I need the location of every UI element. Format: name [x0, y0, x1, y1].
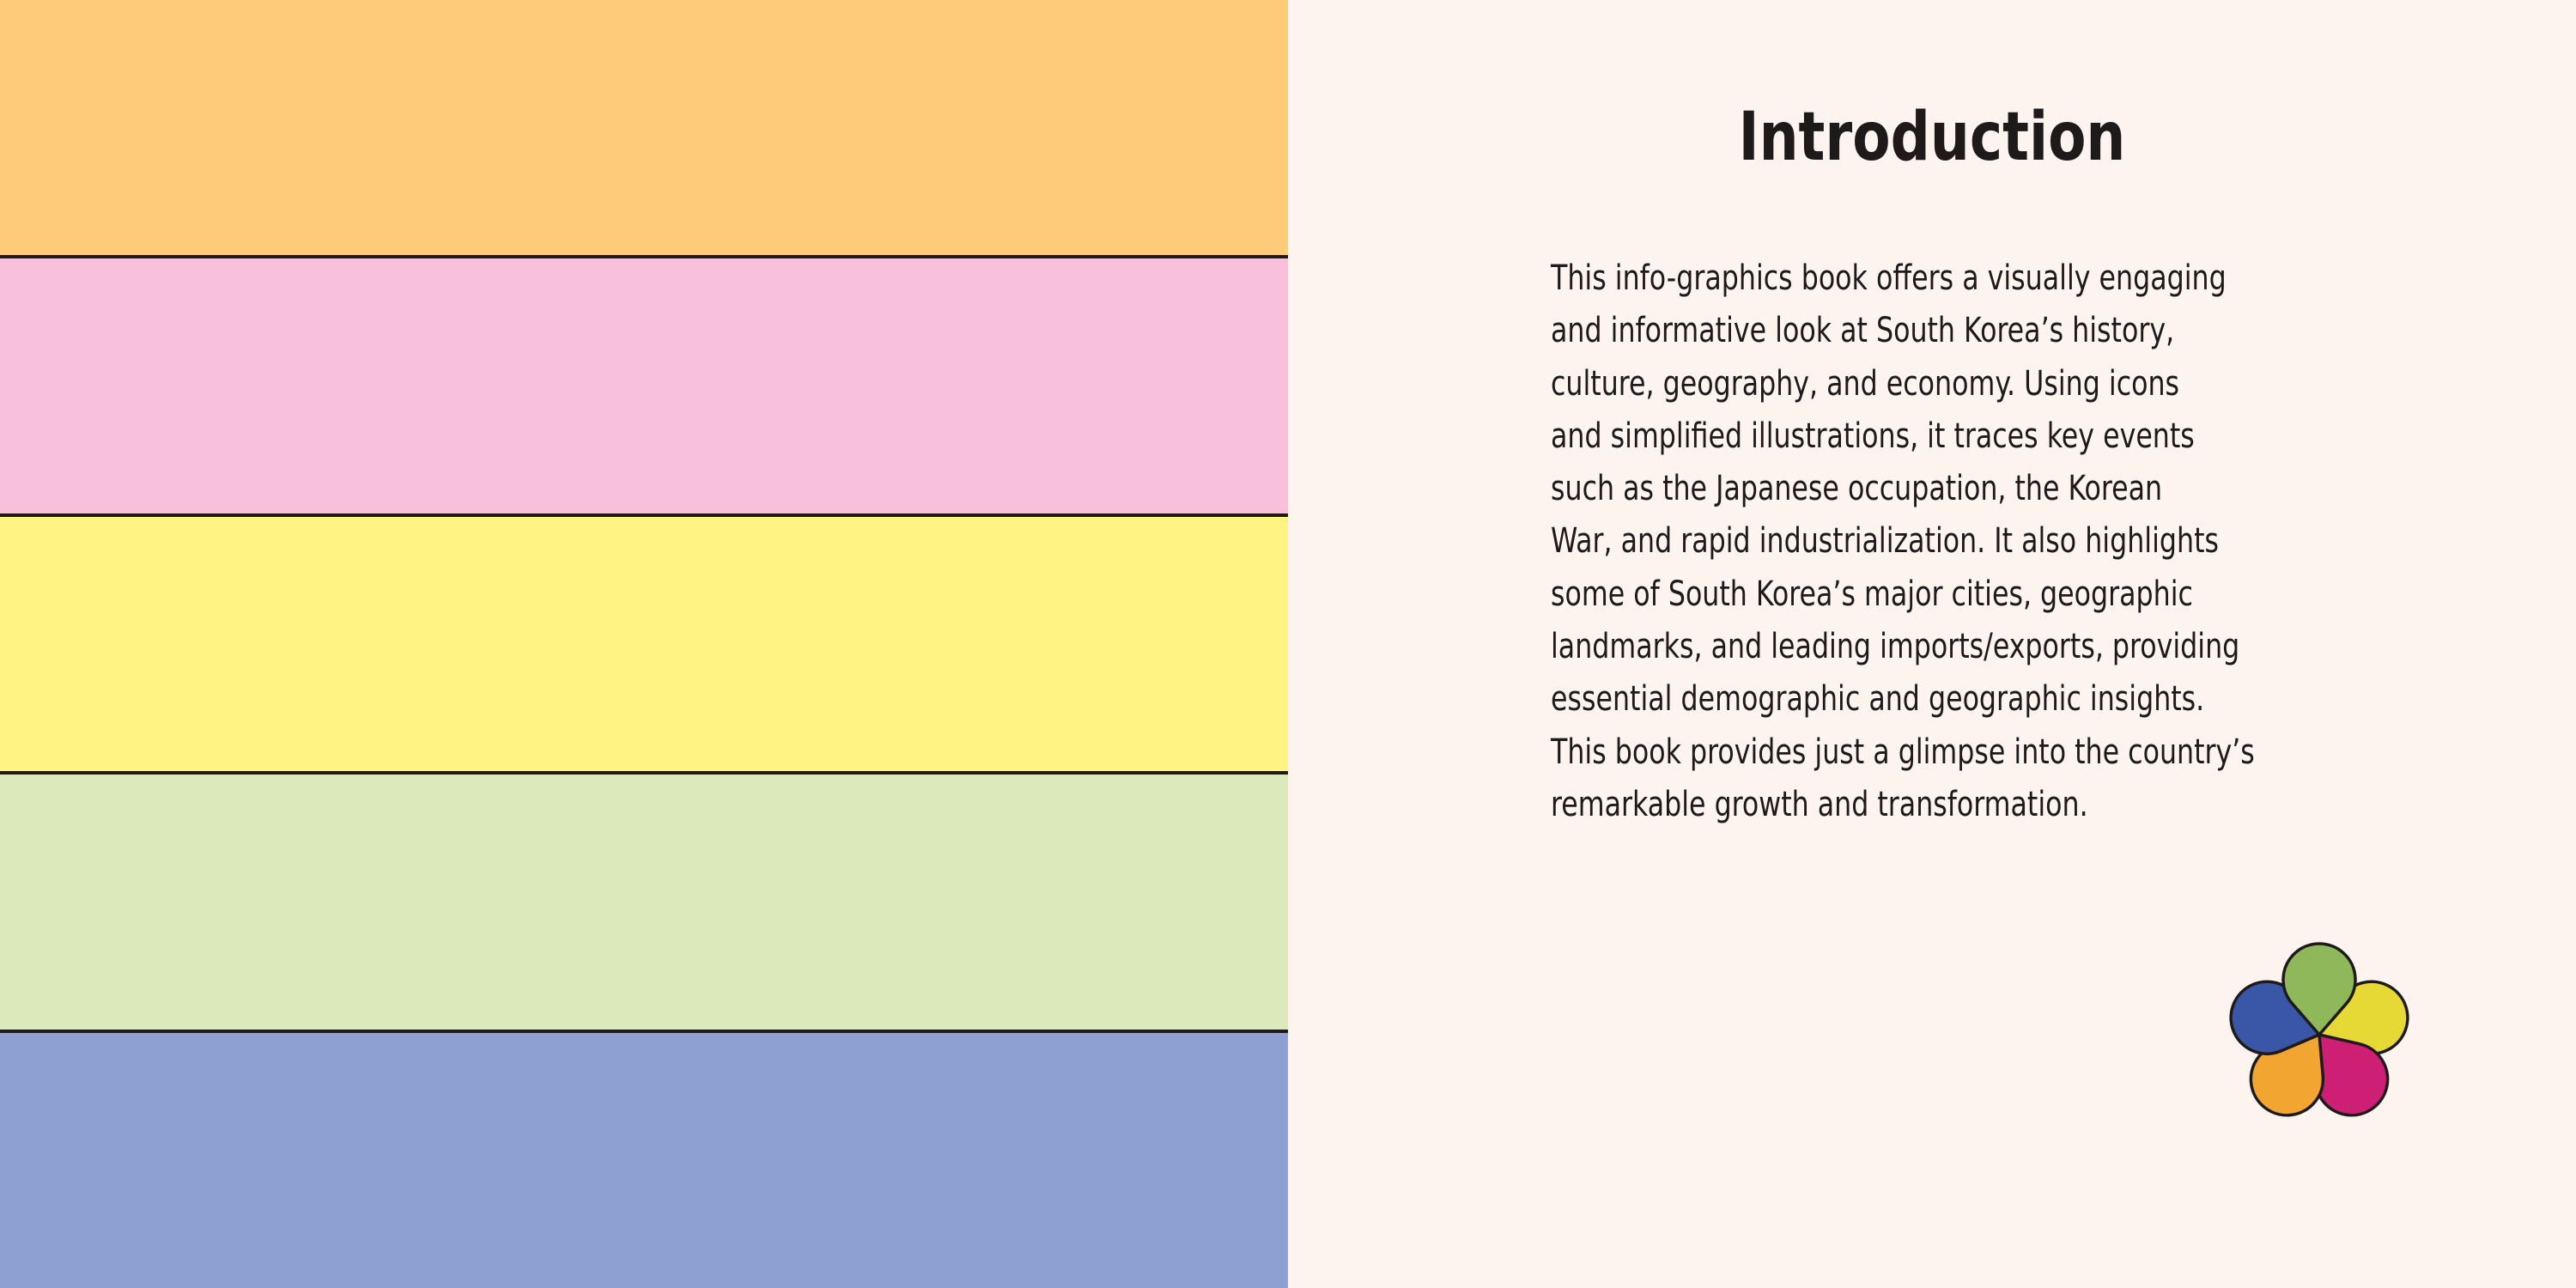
- orange-stripe: [0, 0, 1288, 258]
- paragraph-line: War, and rapid industrialization. It als…: [1551, 521, 2219, 562]
- paragraph-line: such as the Japanese occupation, the Kor…: [1551, 469, 2163, 509]
- five-petal-flower-icon: [2229, 942, 2409, 1117]
- page-title: Introduction: [1738, 99, 2126, 176]
- right-page: Introduction This info-graphics book off…: [1288, 0, 2576, 1288]
- book-spread: Introduction This info-graphics book off…: [0, 0, 2576, 1288]
- pink-stripe: [0, 258, 1288, 517]
- paragraph-line: and informative look at South Korea’s hi…: [1551, 311, 2175, 351]
- paragraph-line: landmarks, and leading imports/exports, …: [1551, 627, 2240, 667]
- left-page-color-stripes: [0, 0, 1288, 1288]
- paragraph-line: This book provides just a glimpse into t…: [1551, 732, 2255, 772]
- paragraph-line: some of South Korea’s major cities, geog…: [1551, 574, 2193, 614]
- green-stripe: [0, 775, 1288, 1034]
- paragraph-line: essential demographic and geographic ins…: [1551, 679, 2205, 720]
- paragraph-line: remarkable growth and transformation.: [1551, 784, 2088, 824]
- paragraph-line: and simplified illustrations, it traces …: [1551, 416, 2195, 456]
- blue-stripe: [0, 1033, 1288, 1288]
- paragraph-line: culture, geography, and economy. Using i…: [1551, 363, 2180, 404]
- introduction-paragraph: This info-graphics book offers a visuall…: [1551, 252, 2255, 831]
- paragraph-line: This info-graphics book offers a visuall…: [1551, 258, 2227, 298]
- yellow-stripe: [0, 516, 1288, 775]
